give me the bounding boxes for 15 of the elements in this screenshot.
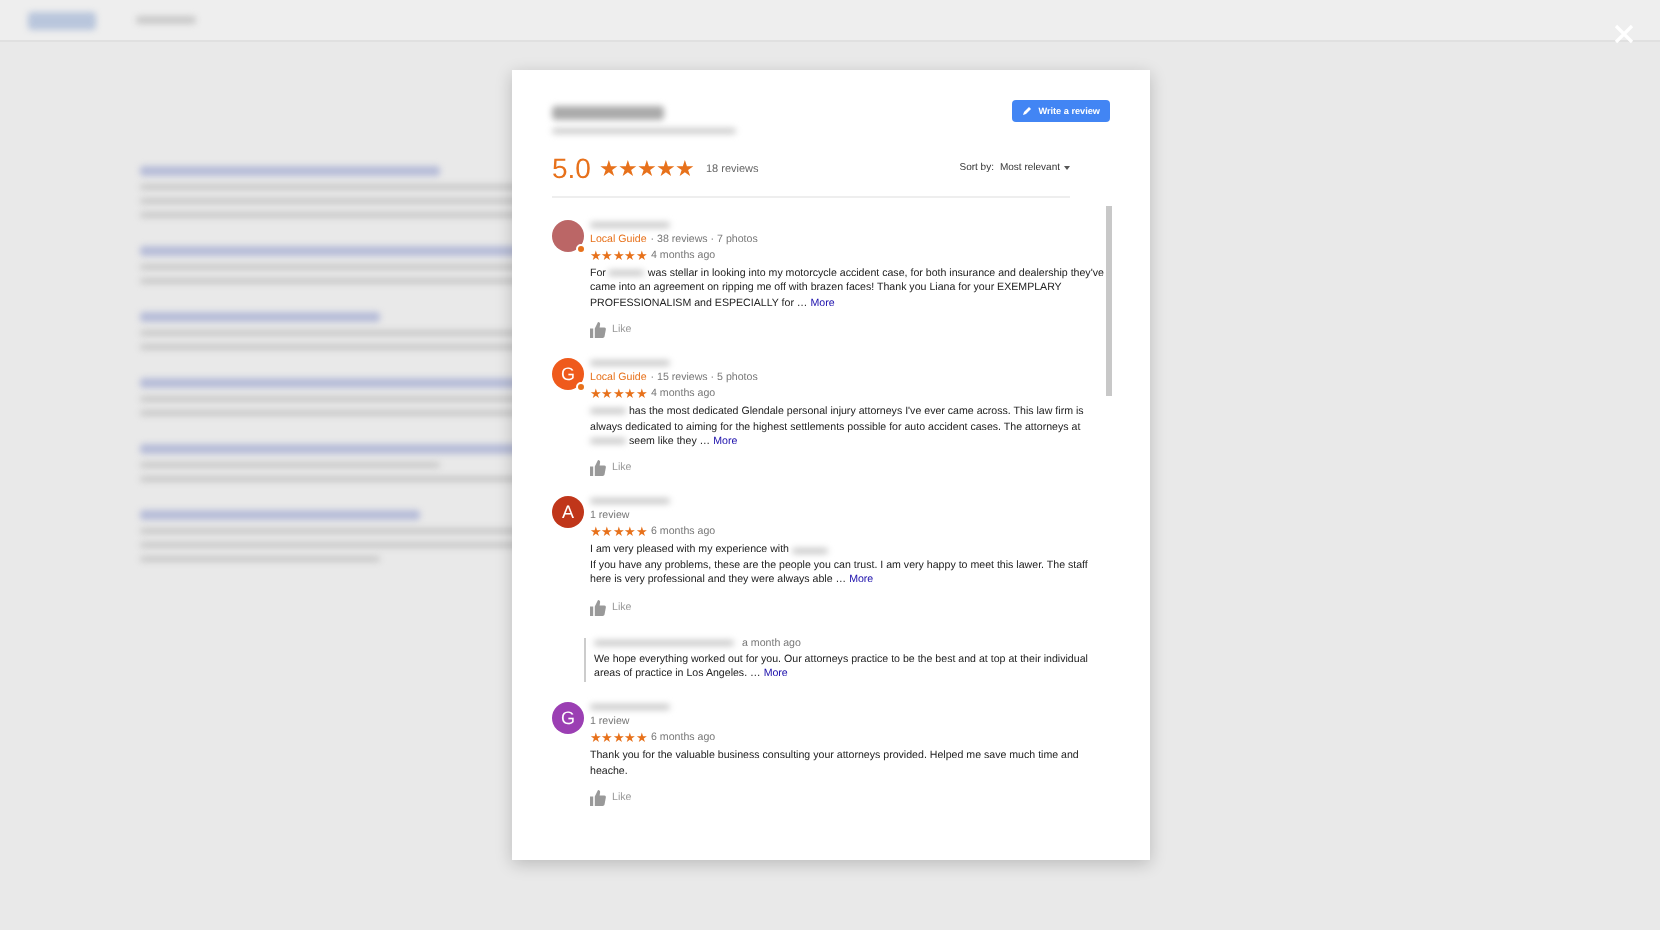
thumbs-up-icon	[590, 790, 606, 807]
blurred-logo	[28, 11, 96, 29]
rating-score: 5.0	[552, 152, 591, 184]
pencil-icon	[1022, 106, 1033, 116]
avatar: G	[552, 702, 584, 735]
avatar: A	[552, 496, 584, 529]
avatar: G	[552, 358, 584, 391]
star-rating: ★★★★★	[598, 155, 694, 181]
thumbs-up-icon	[590, 460, 606, 477]
thumbs-up-icon	[590, 599, 606, 616]
caret-icon	[1064, 166, 1070, 170]
scrollbar[interactable]	[1106, 206, 1112, 396]
thumbs-up-icon	[590, 322, 606, 339]
blurred-business-name	[552, 106, 664, 120]
close-icon[interactable]	[1614, 24, 1634, 44]
